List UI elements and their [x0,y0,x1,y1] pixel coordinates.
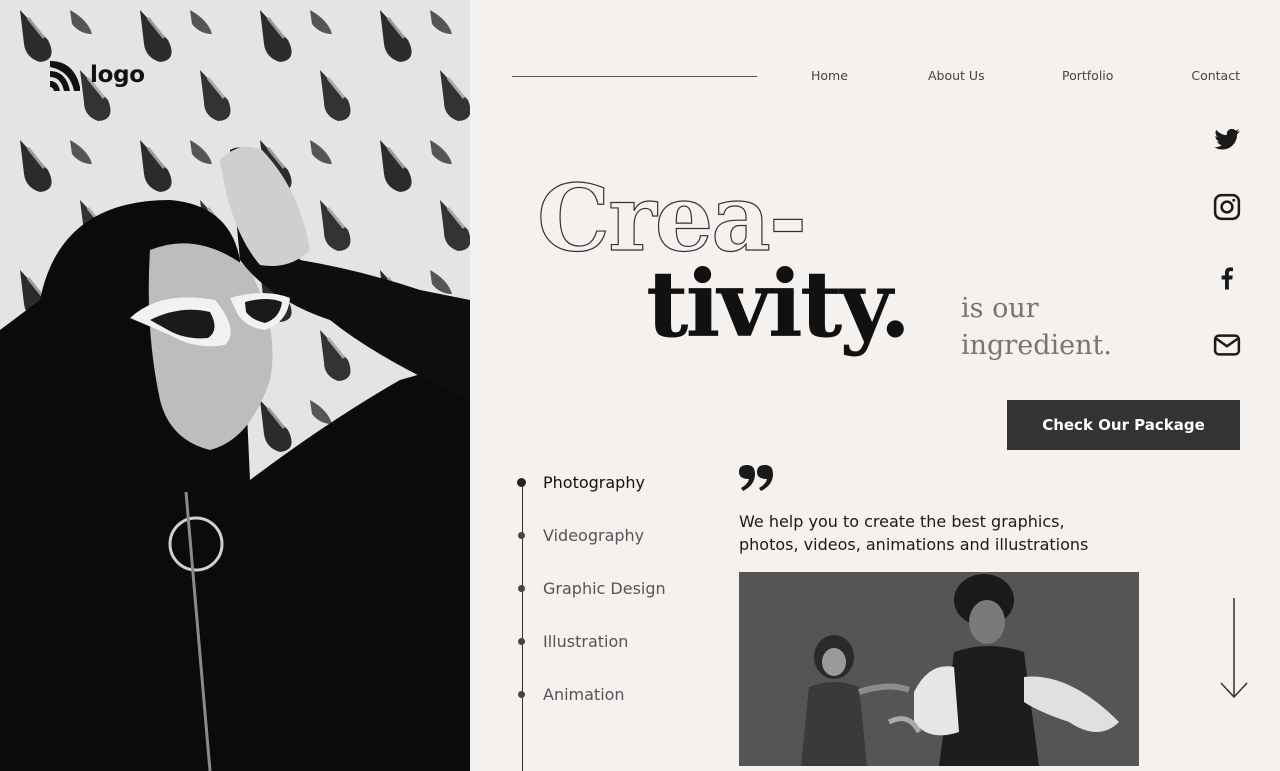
service-videography[interactable]: Videography [517,524,644,546]
nav-contact-link[interactable]: Contact [1191,68,1240,83]
dancers-illustration [739,572,1139,766]
service-dot [518,531,525,539]
hero-photo-illustration [0,0,470,771]
service-photography[interactable]: Photography [517,471,645,493]
check-package-button[interactable]: Check Our Package [1007,400,1240,450]
twitter-icon[interactable] [1212,124,1242,154]
headline-solid: tivity. [646,250,911,358]
scroll-down-arrow-icon[interactable] [1218,598,1248,700]
service-dot [518,584,525,592]
service-graphic-design[interactable]: Graphic Design [517,577,666,599]
main-nav: Home About Us Portfolio Contact [0,68,1280,84]
service-animation[interactable]: Animation [517,683,625,705]
tagline-line-2: ingredient. [961,330,1112,361]
hero-photo: logo [0,0,470,771]
dancers-photo [739,572,1139,766]
nav-about-link[interactable]: About Us [928,68,985,83]
tagline: is our ingredient. [961,290,1161,364]
description-line-2: photos, videos, animations and illustrat… [739,535,1089,554]
description-line-1: We help you to create the best graphics, [739,512,1065,531]
service-illustration[interactable]: Illustration [517,630,628,652]
service-label: Graphic Design [543,578,666,598]
instagram-icon[interactable] [1212,192,1242,222]
service-label: Videography [543,525,645,545]
nav-home-link[interactable]: Home [811,68,848,83]
service-label: Photography [543,472,645,492]
nav-portfolio-link[interactable]: Portfolio [1062,68,1113,83]
description: We help you to create the best graphics,… [739,510,1139,556]
service-label: Illustration [543,631,629,651]
service-dot [518,690,525,698]
mail-icon[interactable] [1212,330,1242,360]
facebook-icon[interactable] [1212,262,1242,292]
service-dot [518,637,525,645]
tagline-line-1: is our [961,293,1039,324]
service-dot [517,477,526,487]
quote-icon [739,465,773,491]
service-label: Animation [543,684,625,704]
